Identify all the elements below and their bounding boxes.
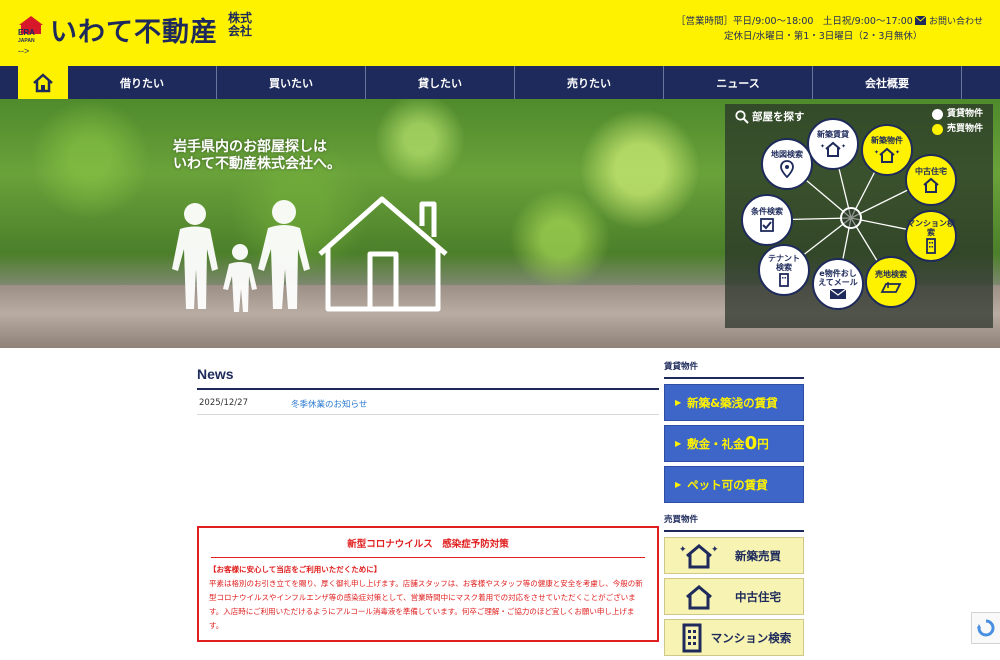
notice-title: 新型コロナウイルス 感染症予防対策 bbox=[211, 536, 645, 558]
triangle-right-icon: ▶ bbox=[675, 480, 682, 489]
map-pin-icon bbox=[780, 160, 794, 178]
new-rental-button[interactable]: ▶ 新築&築浅の賃貸 bbox=[664, 384, 804, 421]
node-label: 売地検索 bbox=[875, 270, 907, 279]
nav-home-button[interactable] bbox=[18, 66, 68, 99]
button-label: マンション検索 bbox=[710, 630, 792, 645]
building-icon bbox=[682, 623, 702, 652]
site-header: ERA JAPAN --> いわて不動産 株式会社 ［営業時間］平日/9:00〜… bbox=[0, 0, 1000, 66]
sparkle-house-icon: ✦ ✦ bbox=[679, 543, 719, 568]
node-label: e物件おしえてメール bbox=[818, 268, 858, 287]
search-node-mansion[interactable]: マンション検索 bbox=[905, 210, 957, 262]
button-label: 敷金・礼金 bbox=[687, 436, 745, 451]
news-date: 2025/12/27 bbox=[199, 398, 248, 408]
search-node-used-house[interactable]: 中古住宅 bbox=[905, 154, 957, 206]
house-icon bbox=[923, 177, 939, 193]
main-nav: 借りたい 買いたい 貸したい 売りたい ニュース 会社概要 bbox=[0, 66, 1000, 99]
sidebar-rent-heading: 賃貸物件 bbox=[664, 360, 804, 379]
company-suffix: 株式会社 bbox=[228, 11, 253, 38]
svg-text:✦: ✦ bbox=[711, 545, 719, 555]
search-node-new-rent[interactable]: 新築賃貸 ✦ ✦ bbox=[807, 118, 859, 170]
house-icon bbox=[686, 584, 712, 609]
search-hub bbox=[840, 207, 862, 229]
sparkle-house-icon: ✦ ✦ bbox=[874, 147, 900, 163]
node-label: テナント検索 bbox=[768, 253, 800, 272]
mail-icon bbox=[829, 288, 847, 299]
mansion-search-button[interactable]: マンション検索 bbox=[664, 619, 804, 656]
search-node-new-buy[interactable]: 新築物件 ✦ ✦ bbox=[861, 124, 913, 176]
checkbox-icon bbox=[760, 218, 774, 232]
land-icon bbox=[880, 282, 902, 293]
svg-text:✦: ✦ bbox=[895, 149, 900, 156]
nav-item-lease-out[interactable]: 貸したい bbox=[366, 66, 515, 99]
svg-text:✦: ✦ bbox=[679, 545, 687, 555]
button-label-big: 0 bbox=[744, 433, 758, 454]
business-hours-line: ［営業時間］平日/9:00〜18:00 土日祝/9:00〜17:00 bbox=[676, 16, 913, 27]
svg-text:✦: ✦ bbox=[874, 149, 879, 156]
family-house-illustration bbox=[172, 196, 448, 312]
sidebar-buy-heading: 売買物件 bbox=[664, 513, 804, 532]
site-logo[interactable]: ERA JAPAN --> いわて不動産 株式会社 bbox=[18, 8, 258, 57]
company-name: いわて不動産 bbox=[50, 17, 218, 48]
mail-icon bbox=[915, 16, 926, 25]
svg-text:✦: ✦ bbox=[841, 143, 846, 150]
news-link[interactable]: 冬季休業のお知らせ bbox=[291, 398, 367, 410]
triangle-right-icon: ▶ bbox=[675, 439, 682, 448]
business-hours: ［営業時間］平日/9:00〜18:00 土日祝/9:00〜17:00 定休日/水… bbox=[676, 14, 922, 44]
search-node-land[interactable]: 売地検索 bbox=[865, 256, 917, 308]
recaptcha-icon bbox=[977, 619, 995, 637]
nav-item-company[interactable]: 会社概要 bbox=[813, 66, 962, 99]
button-label-unit: 円 bbox=[757, 436, 769, 451]
contact-link[interactable]: お問い合わせ bbox=[915, 14, 983, 27]
contact-label: お問い合わせ bbox=[929, 17, 984, 27]
era-logo-text: ERA bbox=[18, 28, 35, 37]
covid-notice: 新型コロナウイルス 感染症予防対策 【お客様に安心して当店をご利用いただくために… bbox=[197, 526, 659, 642]
era-arrow-text: --> bbox=[18, 46, 30, 56]
notice-body: 平素は格別のお引き立てを賜り、厚く御礼申し上げます。店舗スタッフは、お客様やスタ… bbox=[209, 579, 643, 630]
room-search-panel: 部屋を探す 賃貸物件 売買物件 新築賃貸 ✦ ✦ 新築物件 ✦ ✦ 中古住宅 マンシ… bbox=[725, 104, 993, 328]
search-node-email-alert[interactable]: e物件おしえてメール bbox=[812, 258, 864, 310]
node-label: 新築賃貸 bbox=[817, 130, 849, 139]
era-japan-text: JAPAN bbox=[18, 38, 35, 44]
news-heading: News bbox=[197, 366, 659, 390]
button-label: 新築売買 bbox=[735, 548, 781, 563]
home-icon bbox=[33, 72, 53, 92]
recaptcha-badge[interactable] bbox=[971, 612, 1000, 644]
nav-item-news[interactable]: ニュース bbox=[664, 66, 813, 99]
zero-deposit-button[interactable]: ▶ 敷金・礼金 0 円 bbox=[664, 425, 804, 462]
news-section: News 2025/12/27 冬季休業のお知らせ bbox=[197, 366, 659, 415]
used-house-button[interactable]: 中古住宅 bbox=[664, 578, 804, 615]
button-label: 新築&築浅の賃貸 bbox=[687, 395, 778, 410]
nav-item-buy[interactable]: 買いたい bbox=[217, 66, 366, 99]
search-node-map[interactable]: 地図検索 bbox=[761, 138, 813, 190]
search-node-conditions[interactable]: 条件検索 bbox=[741, 194, 793, 246]
sidebar: 賃貸物件 ▶ 新築&築浅の賃貸 ▶ 敷金・礼金 0 円 ▶ ペット可の賃貸 売買… bbox=[664, 360, 804, 660]
svg-text:✦: ✦ bbox=[820, 143, 825, 150]
news-item[interactable]: 2025/12/27 冬季休業のお知らせ bbox=[197, 390, 659, 415]
button-label: ペット可の賃貸 bbox=[687, 477, 768, 492]
new-sale-button[interactable]: ✦ ✦ 新築売買 bbox=[664, 537, 804, 574]
node-label: 地図検索 bbox=[771, 150, 803, 159]
search-node-tenant[interactable]: テナント検索 bbox=[758, 244, 810, 296]
node-label: 中古住宅 bbox=[915, 167, 947, 176]
node-label: マンション検索 bbox=[907, 218, 955, 237]
triangle-right-icon: ▶ bbox=[675, 398, 682, 407]
button-label: 中古住宅 bbox=[735, 589, 781, 604]
nav-item-sell[interactable]: 売りたい bbox=[515, 66, 664, 99]
node-label: 新築物件 bbox=[871, 136, 903, 145]
pet-rental-button[interactable]: ▶ ペット可の賃貸 bbox=[664, 466, 804, 503]
notice-subtitle: 【お客様に安心して当店をご利用いただくために】 bbox=[209, 565, 382, 574]
holiday-line: 定休日/水曜日・第1・3日曜日（2・3月無休） bbox=[724, 31, 923, 42]
building-icon bbox=[926, 237, 936, 254]
building-icon bbox=[779, 272, 789, 287]
sparkle-house-icon: ✦ ✦ bbox=[820, 141, 846, 157]
node-label: 条件検索 bbox=[751, 207, 783, 216]
nav-item-rent[interactable]: 借りたい bbox=[68, 66, 217, 99]
